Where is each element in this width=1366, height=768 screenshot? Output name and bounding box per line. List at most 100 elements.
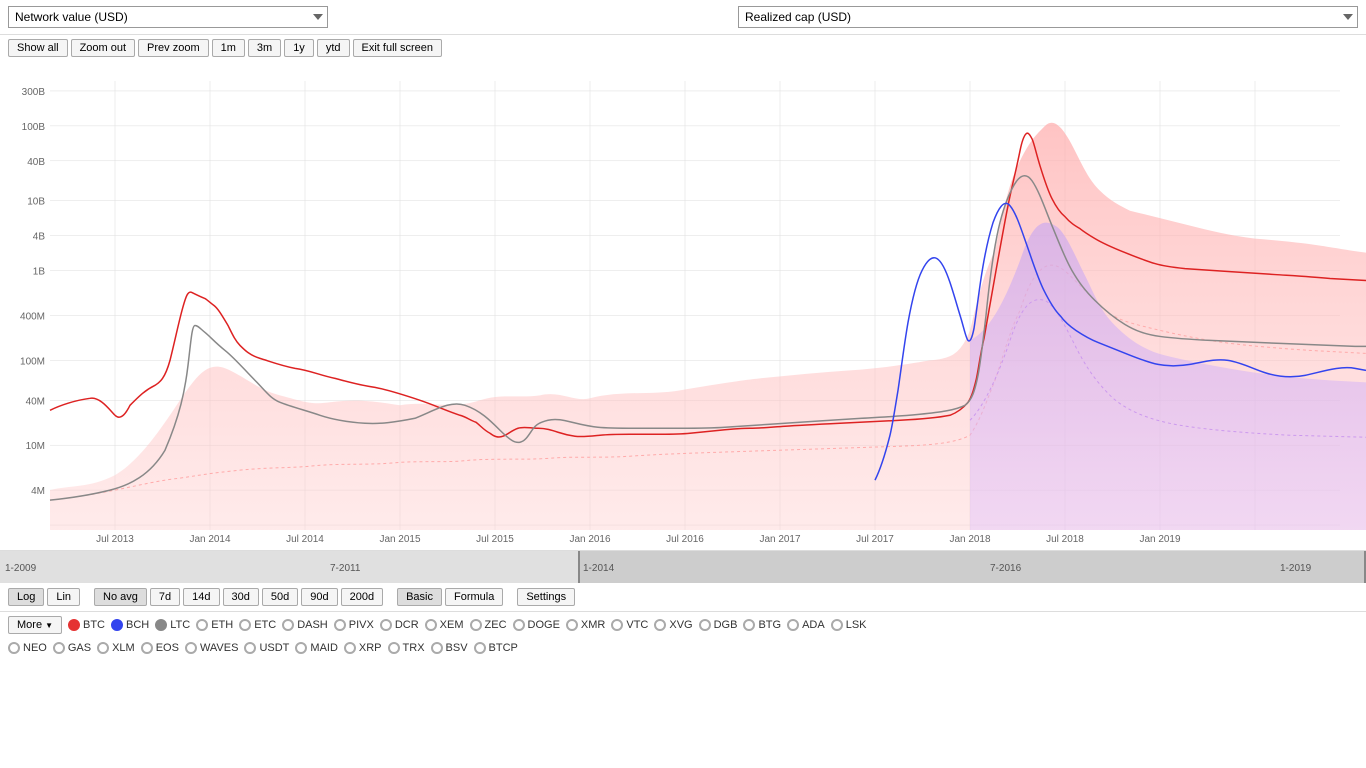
legend-item-etc[interactable]: ETC [239,619,276,631]
xmr-radio[interactable] [566,619,578,631]
legend-item-xrp[interactable]: XRP [344,642,382,654]
legend-item-waves[interactable]: WAVES [185,642,239,654]
lsk-radio[interactable] [831,619,843,631]
neo-label: NEO [23,642,47,654]
exit-fullscreen-button[interactable]: Exit full screen [353,39,443,57]
legend-item-trx[interactable]: TRX [388,642,425,654]
xem-radio[interactable] [425,619,437,631]
legend-item-pivx[interactable]: PIVX [334,619,374,631]
svg-text:Jul 2015: Jul 2015 [476,534,514,545]
legend-item-ltc[interactable]: LTC [155,619,190,631]
xvg-label: XVG [669,619,692,631]
eos-radio[interactable] [141,642,153,654]
more-button[interactable]: More ▼ [8,616,62,634]
svg-text:10B: 10B [27,197,45,208]
xlm-radio[interactable] [97,642,109,654]
ltc-radio[interactable] [155,619,167,631]
svg-text:Jan 2019: Jan 2019 [1139,534,1181,545]
dcr-label: DCR [395,619,419,631]
svg-text:100M: 100M [20,356,45,367]
1m-button[interactable]: 1m [212,39,245,57]
14d-button[interactable]: 14d [183,588,219,606]
dgb-radio[interactable] [699,619,711,631]
legend-item-bch[interactable]: BCH [111,619,149,631]
vtc-label: VTC [626,619,648,631]
vtc-radio[interactable] [611,619,623,631]
xrp-radio[interactable] [344,642,356,654]
legend-item-xvg[interactable]: XVG [654,619,692,631]
3m-button[interactable]: 3m [248,39,281,57]
legend-row1: More ▼ BTC BCH LTC ETH ETC DASH PIVX DCR… [0,612,1366,638]
legend-item-doge[interactable]: DOGE [513,619,560,631]
legend-item-xlm[interactable]: XLM [97,642,135,654]
basic-button[interactable]: Basic [397,588,442,606]
top-bar: Network value (USD) Realized cap (USD) [0,0,1366,35]
legend-item-btcp[interactable]: BTCP [474,642,518,654]
settings-button[interactable]: Settings [517,588,575,606]
dcr-radio[interactable] [380,619,392,631]
legend-item-eth[interactable]: ETH [196,619,233,631]
200d-button[interactable]: 200d [341,588,383,606]
legend-item-neo[interactable]: NEO [8,642,47,654]
bsv-radio[interactable] [431,642,443,654]
svg-text:10M: 10M [26,441,45,452]
legend-item-lsk[interactable]: LSK [831,619,867,631]
eth-radio[interactable] [196,619,208,631]
1y-button[interactable]: 1y [284,39,314,57]
legend-item-vtc[interactable]: VTC [611,619,648,631]
legend-item-dash[interactable]: DASH [282,619,328,631]
btg-radio[interactable] [743,619,755,631]
pivx-radio[interactable] [334,619,346,631]
ytd-button[interactable]: ytd [317,39,350,57]
log-button[interactable]: Log [8,588,44,606]
navigator-bar[interactable]: 1-2009 7-2011 1-2014 7-2016 1-2019 [0,551,1366,583]
ada-radio[interactable] [787,619,799,631]
gas-radio[interactable] [53,642,65,654]
waves-radio[interactable] [185,642,197,654]
xvg-radio[interactable] [654,619,666,631]
zec-radio[interactable] [470,619,482,631]
neo-radio[interactable] [8,642,20,654]
legend-item-zec[interactable]: ZEC [470,619,507,631]
zec-label: ZEC [485,619,507,631]
7d-button[interactable]: 7d [150,588,180,606]
legend-item-dgb[interactable]: DGB [699,619,738,631]
show-all-button[interactable]: Show all [8,39,68,57]
usdt-radio[interactable] [244,642,256,654]
gas-label: GAS [68,642,91,654]
more-arrow-icon: ▼ [45,621,53,630]
legend-item-dcr[interactable]: DCR [380,619,419,631]
legend-item-btg[interactable]: BTG [743,619,781,631]
lin-button[interactable]: Lin [47,588,80,606]
zoom-out-button[interactable]: Zoom out [71,39,135,57]
btc-radio[interactable] [68,619,80,631]
legend-item-usdt[interactable]: USDT [244,642,289,654]
svg-text:Jan 2015: Jan 2015 [379,534,421,545]
svg-text:1-2014: 1-2014 [583,563,615,574]
bch-radio[interactable] [111,619,123,631]
prev-zoom-button[interactable]: Prev zoom [138,39,209,57]
doge-radio[interactable] [513,619,525,631]
formula-button[interactable]: Formula [445,588,503,606]
90d-button[interactable]: 90d [301,588,337,606]
left-dropdown[interactable]: Network value (USD) [8,6,328,28]
right-dropdown[interactable]: Realized cap (USD) [738,6,1358,28]
btcp-radio[interactable] [474,642,486,654]
maid-radio[interactable] [295,642,307,654]
50d-button[interactable]: 50d [262,588,298,606]
legend-item-eos[interactable]: EOS [141,642,179,654]
etc-radio[interactable] [239,619,251,631]
legend-item-maid[interactable]: MAID [295,642,338,654]
dash-radio[interactable] [282,619,294,631]
legend-item-btc[interactable]: BTC [68,619,105,631]
svg-text:1B: 1B [33,267,46,278]
trx-radio[interactable] [388,642,400,654]
legend-item-bsv[interactable]: BSV [431,642,468,654]
legend-item-xmr[interactable]: XMR [566,619,605,631]
no-avg-button[interactable]: No avg [94,588,147,606]
30d-button[interactable]: 30d [223,588,259,606]
legend-item-gas[interactable]: GAS [53,642,91,654]
dash-label: DASH [297,619,328,631]
legend-item-xem[interactable]: XEM [425,619,464,631]
legend-item-ada[interactable]: ADA [787,619,825,631]
